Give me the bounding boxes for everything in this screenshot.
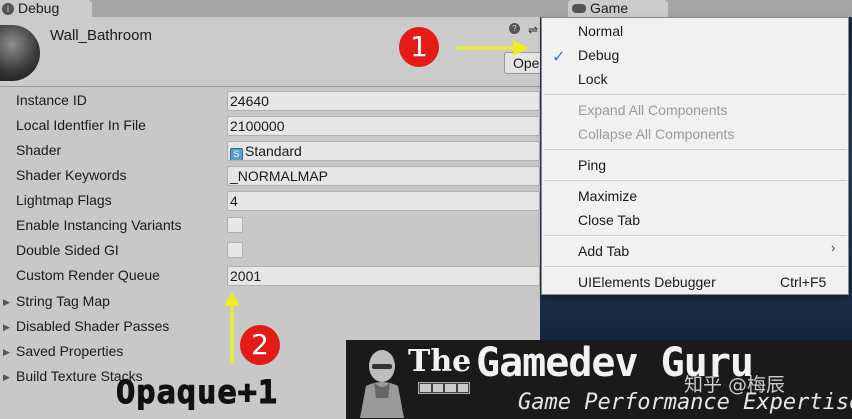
preset-icon[interactable]: ⇌ xyxy=(528,23,538,37)
foldout-label: String Tag Map xyxy=(16,293,110,309)
foldout-string-tag-map[interactable]: ▶ String Tag Map xyxy=(3,289,333,314)
annotation-arrow-right xyxy=(457,40,529,56)
material-preview-sphere xyxy=(0,25,40,81)
gamepad-icon xyxy=(572,4,586,13)
annotation-badge-1: 1 xyxy=(399,27,439,67)
tab-debug-label: Debug xyxy=(18,0,60,16)
shader-field[interactable]: S Standard xyxy=(227,141,540,161)
menu-item-add-tab[interactable]: Add Tab xyxy=(578,240,629,262)
chevron-right-icon: › xyxy=(831,240,836,255)
annotation-opaque-text: Opaque+1 xyxy=(115,373,279,412)
property-row: Enable Instancing Variants xyxy=(16,213,540,238)
menu-item-ping[interactable]: Ping xyxy=(578,154,606,176)
menu-item-debug[interactable]: Debug xyxy=(578,44,619,66)
property-row: Shader Keywords _NORMALMAP xyxy=(16,163,540,188)
property-label: Shader xyxy=(16,142,62,158)
help-icon[interactable]: ? xyxy=(509,23,520,34)
custom-render-queue-field[interactable]: 2001 xyxy=(227,266,540,286)
inspector-context-menu: ✓ Normal Debug Lock Expand All Component… xyxy=(541,17,849,295)
property-label: Double Sided GI xyxy=(16,242,119,258)
lightmap-flags-field[interactable]: 4 xyxy=(227,191,540,211)
caret-right-icon: ▶ xyxy=(3,321,10,332)
watermark-text: 知乎 @梅辰 xyxy=(684,374,786,396)
property-label: Shader Keywords xyxy=(16,167,127,183)
menu-item-expand-all: Expand All Components xyxy=(578,102,728,118)
property-row: Local Identfier In File 2100000 xyxy=(16,113,540,138)
property-label: Local Identfier In File xyxy=(16,117,146,133)
property-row: Double Sided GI xyxy=(16,238,540,263)
property-row: Instance ID 24640 xyxy=(16,88,540,113)
caret-right-icon: ▶ xyxy=(3,296,10,307)
double-sided-gi-checkbox[interactable] xyxy=(227,242,243,258)
info-icon: i xyxy=(2,2,14,15)
menu-separator xyxy=(544,149,847,150)
enable-instancing-checkbox[interactable] xyxy=(227,217,243,233)
tab-game-label: Game xyxy=(590,0,629,16)
menu-item-collapse-all: Collapse All Components xyxy=(578,126,735,142)
menu-item-close-tab[interactable]: Close Tab xyxy=(578,209,640,231)
property-label: Enable Instancing Variants xyxy=(16,217,182,233)
tab-game[interactable]: Game xyxy=(568,0,668,17)
property-row: Lightmap Flags 4 xyxy=(16,188,540,213)
shader-icon: S xyxy=(230,148,243,160)
shader-keywords-field[interactable]: _NORMALMAP xyxy=(227,166,540,186)
shader-value: Standard xyxy=(245,143,302,159)
menu-separator xyxy=(544,266,847,267)
foldout-saved-properties[interactable]: ▶ Saved Properties xyxy=(3,339,333,364)
foldout-label: Saved Properties xyxy=(16,343,124,359)
menu-separator xyxy=(544,180,847,181)
foldout-label: Disabled Shader Passes xyxy=(16,318,170,334)
menu-separator xyxy=(544,235,847,236)
caret-right-icon: ▶ xyxy=(3,346,10,357)
menu-item-maximize[interactable]: Maximize xyxy=(578,185,637,207)
annotation-badge-2: 2 xyxy=(240,325,280,365)
shortcut-label: Ctrl+F5 xyxy=(780,274,827,290)
menu-item-lock[interactable]: Lock xyxy=(578,68,608,90)
caret-right-icon: ▶ xyxy=(3,371,10,382)
check-icon: ✓ xyxy=(552,49,566,66)
header-icons: ? ⇌ xyxy=(509,23,538,37)
property-label: Instance ID xyxy=(16,92,87,108)
property-label: Custom Render Queue xyxy=(16,267,160,283)
tab-debug[interactable]: i Debug xyxy=(0,0,92,17)
media-player-icon xyxy=(418,382,470,394)
property-label: Lightmap Flags xyxy=(16,192,112,208)
property-row: Custom Render Queue 2001 xyxy=(16,263,540,288)
foldout-disabled-shader-passes[interactable]: ▶ Disabled Shader Passes xyxy=(3,314,333,339)
local-identifier-field[interactable]: 2100000 xyxy=(227,116,540,136)
banner-the-text: The xyxy=(408,344,472,379)
property-row: Shader S Standard xyxy=(16,138,540,163)
annotation-arrow-up xyxy=(224,292,240,364)
menu-item-uielements-debugger[interactable]: UIElements Debugger xyxy=(578,271,716,293)
menu-separator xyxy=(544,94,847,95)
asset-name: Wall_Bathroom xyxy=(50,27,152,44)
instance-id-field[interactable]: 24640 xyxy=(227,91,540,111)
menu-item-normal[interactable]: Normal xyxy=(578,20,623,42)
author-portrait xyxy=(352,342,412,418)
